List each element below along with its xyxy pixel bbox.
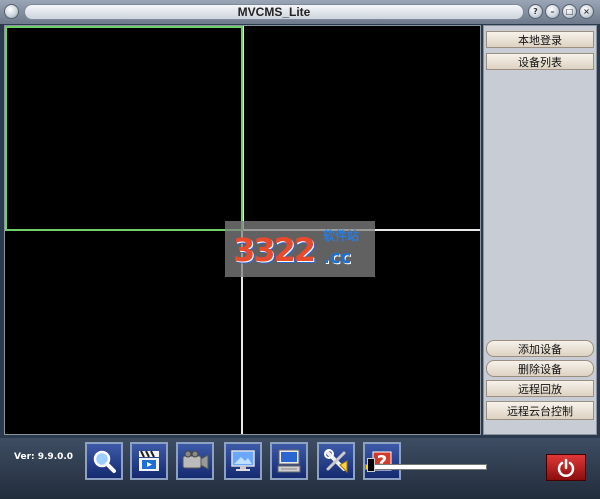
search-button[interactable] — [85, 442, 123, 480]
monitor-icon — [231, 450, 255, 471]
tools-icon — [324, 449, 348, 474]
app-menu-icon[interactable] — [4, 4, 19, 19]
screen-button[interactable] — [224, 442, 262, 480]
delete-device-button[interactable]: 删除设备 — [486, 360, 594, 377]
window-title: MVCMS_Lite — [237, 5, 311, 19]
tools-button[interactable] — [317, 442, 355, 480]
version-label: Ver: 9.9.0.0 — [14, 452, 74, 462]
display-settings-icon — [277, 449, 301, 473]
remote-ptz-control-button[interactable]: 远程云台控制 — [486, 401, 594, 420]
watermark-number: 3322 — [233, 231, 316, 269]
remote-playback-button[interactable]: 远程回放 — [486, 380, 594, 397]
playback-button[interactable] — [130, 442, 168, 480]
right-panel: 本地登录 设备列表 添加设备 删除设备 远程回放 远程云台控制 — [483, 25, 597, 435]
bottom-toolbar: Ver: 9.9.0.0 ? — [0, 438, 600, 499]
video-cell-1[interactable] — [5, 26, 243, 231]
video-clip-icon — [139, 450, 159, 471]
window-controls: ? – □ × — [528, 4, 594, 19]
device-list-button[interactable]: 设备列表 — [486, 53, 594, 70]
volume-slider[interactable] — [365, 464, 487, 470]
maximize-icon[interactable]: □ — [562, 4, 577, 19]
minimize-icon[interactable]: – — [545, 4, 560, 19]
search-icon — [93, 450, 116, 473]
watermark-domain: .cc — [323, 247, 352, 268]
title-bar[interactable]: MVCMS_Lite ? – □ × — [0, 0, 600, 24]
help-icon[interactable]: ? — [528, 4, 543, 19]
close-icon[interactable]: × — [579, 4, 594, 19]
power-icon — [557, 458, 575, 477]
volume-slider-thumb[interactable] — [367, 458, 375, 472]
local-login-button[interactable]: 本地登录 — [486, 31, 594, 48]
mvcms-window: MVCMS_Lite ? – □ × 3322 软件站 .cc 本地登录 设备列… — [0, 0, 600, 499]
display-settings-button[interactable] — [270, 442, 308, 480]
power-button[interactable] — [546, 454, 586, 481]
add-device-button[interactable]: 添加设备 — [486, 340, 594, 357]
video-cell-2[interactable] — [243, 26, 480, 231]
watermark-chinese: 软件站 — [323, 229, 360, 243]
watermark-logo: 3322 软件站 .cc — [225, 221, 375, 277]
video-cell-3[interactable] — [5, 231, 243, 434]
camera-icon — [182, 450, 209, 470]
record-button[interactable] — [176, 442, 214, 480]
